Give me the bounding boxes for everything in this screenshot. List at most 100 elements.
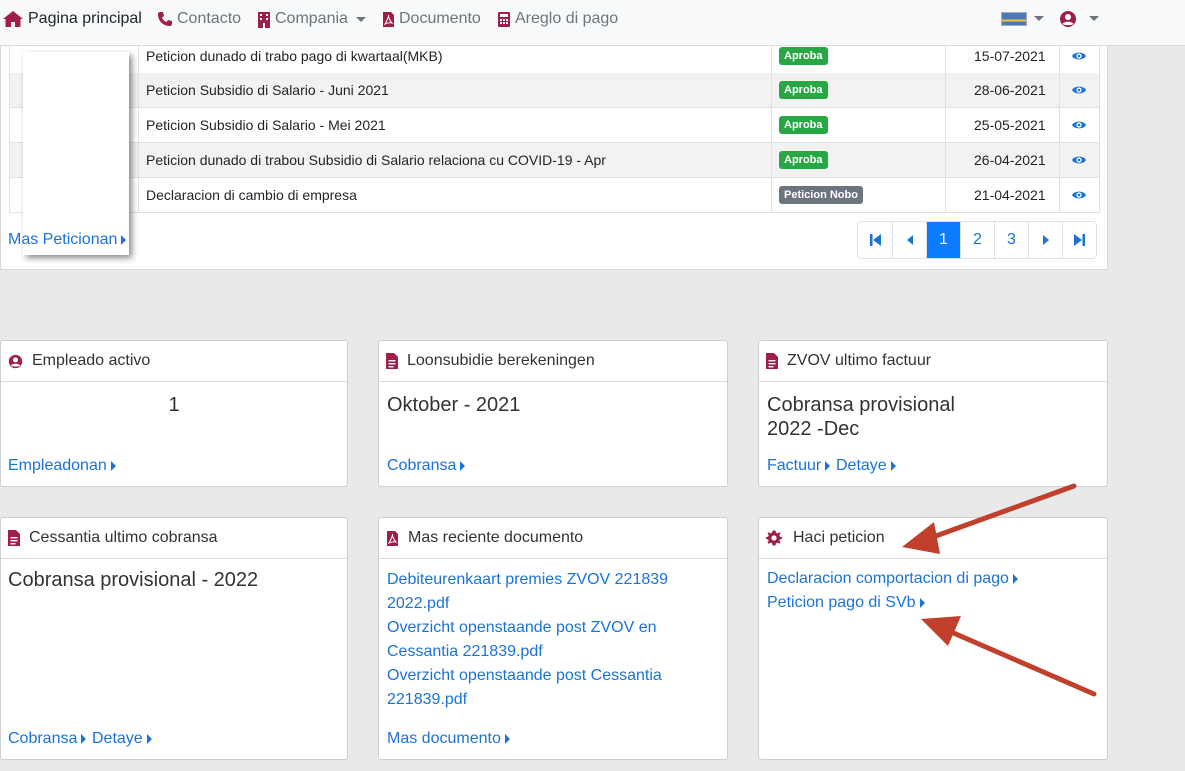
user-circle-icon xyxy=(8,354,23,368)
more-requests-label: Mas Peticionan xyxy=(8,231,118,248)
employees-link[interactable]: Empleadonan xyxy=(8,457,116,475)
cessantia-charges-label: Cobransa xyxy=(8,730,78,747)
zvov-details-link[interactable]: Detaye xyxy=(836,457,896,475)
language-chevron-icon[interactable] xyxy=(1034,16,1044,21)
document-link[interactable]: Cessantia 221839.pdf xyxy=(387,640,687,664)
table-row[interactable]: Peticion dunado di trabou Subsidio di Sa… xyxy=(9,143,1100,178)
prev-page-button[interactable] xyxy=(892,222,926,258)
caret-right-icon xyxy=(121,234,127,245)
more-documents-link[interactable]: Mas documento xyxy=(387,730,510,748)
card-title: Haci peticion xyxy=(793,529,885,546)
caret-right-icon xyxy=(890,460,896,471)
pdf-file-icon xyxy=(387,530,398,546)
nav-contact[interactable]: Contacto xyxy=(157,8,241,30)
card-title: Cessantia ultimo cobransa xyxy=(29,529,218,546)
prev-page-icon xyxy=(906,235,913,245)
row-title: Declaracion di cambio di empresa xyxy=(146,187,357,203)
document-link[interactable]: Debiteurenkaart premies ZVOV 221839 xyxy=(387,568,687,592)
page-3-button[interactable]: 3 xyxy=(994,222,1028,258)
row-date: 25-05-2021 xyxy=(974,117,1046,133)
cessantia-charges-link[interactable]: Cobransa xyxy=(8,730,87,748)
employees-link-label: Empleadonan xyxy=(8,457,107,474)
next-page-icon xyxy=(1042,235,1049,245)
more-requests-link[interactable]: Mas Peticionan xyxy=(8,231,127,249)
payment-declaration-label: Declaracion comportacion di pago xyxy=(767,570,1009,587)
row-title: Peticion Subsidio di Salario - Mei 2021 xyxy=(146,117,386,133)
column-divider xyxy=(771,46,772,213)
subsidy-period: Oktober - 2021 xyxy=(387,394,521,416)
status-badge: Aproba xyxy=(779,116,828,134)
pagination: 1 2 3 xyxy=(857,221,1097,259)
nav-payment[interactable]: Areglo di pago xyxy=(497,8,618,30)
requests-panel: Peticion dunado di trabo pago di kwartaa… xyxy=(0,46,1108,270)
invoice-link[interactable]: Factuur xyxy=(767,457,831,475)
nav-document[interactable]: Documento xyxy=(382,8,481,30)
caret-right-icon xyxy=(460,460,466,471)
caret-right-icon xyxy=(504,733,510,744)
caret-right-icon xyxy=(919,597,925,608)
user-circle-icon[interactable] xyxy=(1059,10,1077,28)
svb-payment-request-label: Peticion pago di SVb xyxy=(767,594,916,611)
cessantia-details-link[interactable]: Detaye xyxy=(92,730,152,748)
row-date: 26-04-2021 xyxy=(974,152,1046,168)
zvov-invoice-line1: Cobransa provisional xyxy=(767,394,955,416)
card-header: Haci peticion xyxy=(759,518,1107,559)
column-divider xyxy=(945,46,946,213)
view-eye-icon[interactable] xyxy=(1071,108,1087,142)
caret-right-icon xyxy=(825,460,831,471)
row-title: Peticion Subsidio di Salario - Juni 2021 xyxy=(146,82,389,98)
blurred-image xyxy=(23,52,129,255)
view-eye-icon[interactable] xyxy=(1071,73,1087,107)
table-row[interactable]: Declaracion di cambio di empresa Peticio… xyxy=(9,178,1100,213)
nav-company-dropdown[interactable]: Compania xyxy=(257,8,366,30)
subsidy-charges-label: Cobransa xyxy=(387,457,457,474)
page-1-button[interactable]: 1 xyxy=(926,222,960,258)
table-border xyxy=(9,46,10,213)
payment-declaration-link[interactable]: Declaracion comportacion di pago xyxy=(767,570,1018,588)
svb-payment-request-link[interactable]: Peticion pago di SVb xyxy=(767,594,925,612)
card-active-employees: Empleado activo 1 Empleadonan xyxy=(0,340,348,487)
cessantia-details-label: Detaye xyxy=(92,730,143,747)
card-wage-subsidy: Loonsubidie berekeningen Oktober - 2021 … xyxy=(378,340,728,487)
card-zvov-invoice: ZVOV ultimo factuur Cobransa provisional… xyxy=(758,340,1108,487)
zvov-details-label: Detaye xyxy=(836,457,887,474)
row-title: Peticion dunado di trabou Subsidio di Sa… xyxy=(146,152,606,168)
row-date: 28-06-2021 xyxy=(974,82,1046,98)
view-eye-icon[interactable] xyxy=(1071,143,1087,177)
page-2-button[interactable]: 2 xyxy=(960,222,994,258)
document-link[interactable]: 2022.pdf xyxy=(387,592,687,616)
document-link[interactable]: Overzicht openstaande post ZVOV en xyxy=(387,616,687,640)
file-text-icon xyxy=(8,530,20,546)
gear-icon xyxy=(766,530,782,546)
card-header: Empleado activo xyxy=(1,341,347,382)
calculator-icon xyxy=(498,11,510,27)
last-page-icon xyxy=(1074,234,1085,246)
view-eye-icon[interactable] xyxy=(1071,178,1087,212)
document-link[interactable]: 221839.pdf xyxy=(387,688,687,712)
caret-right-icon xyxy=(1012,573,1018,584)
card-title: ZVOV ultimo factuur xyxy=(787,352,932,369)
card-header: Loonsubidie berekeningen xyxy=(379,341,727,382)
document-link[interactable]: Overzicht openstaande post Cessantia xyxy=(387,664,687,688)
column-divider xyxy=(138,46,139,213)
caret-right-icon xyxy=(110,460,116,471)
nav-document-label: Documento xyxy=(399,10,481,27)
status-badge: Peticion Nobo xyxy=(779,186,863,204)
table-row[interactable]: Peticion Subsidio di Salario - Mei 2021 … xyxy=(9,108,1100,143)
next-page-button[interactable] xyxy=(1028,222,1062,258)
language-flag-icon[interactable] xyxy=(1001,12,1027,26)
nav-home[interactable]: Pagina principal xyxy=(2,8,142,30)
phone-icon xyxy=(158,12,172,26)
card-header: Mas reciente documento xyxy=(379,518,727,559)
last-page-button[interactable] xyxy=(1062,222,1096,258)
nav-contact-label: Contacto xyxy=(177,10,242,27)
status-badge: Aproba xyxy=(779,47,828,65)
zvov-invoice-line2: 2022 -Dec xyxy=(767,418,860,440)
user-chevron-icon[interactable] xyxy=(1089,16,1099,21)
file-text-icon xyxy=(766,353,778,369)
subsidy-charges-link[interactable]: Cobransa xyxy=(387,457,466,475)
card-title: Loonsubidie berekeningen xyxy=(407,352,595,369)
first-page-button[interactable] xyxy=(858,222,892,258)
table-row[interactable]: Peticion Subsidio di Salario - Juni 2021… xyxy=(9,73,1100,108)
nav-home-label: Pagina principal xyxy=(28,10,142,27)
